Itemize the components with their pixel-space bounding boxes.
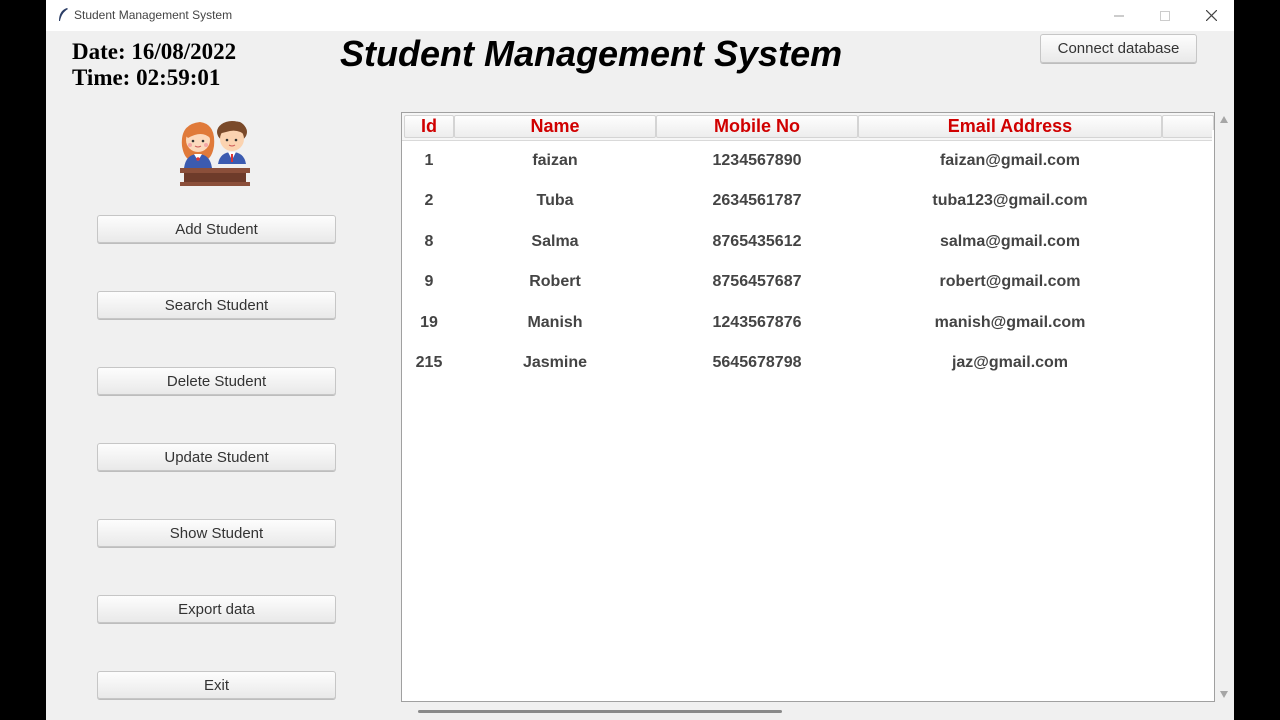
table-row[interactable]: 9 Robert 8756457687 robert@gmail.com: [402, 262, 1214, 302]
time-label: Time: 02:59:01: [72, 65, 221, 90]
export-data-button[interactable]: Export data: [97, 595, 336, 623]
table-header: Id Name Mobile No Email Address: [402, 113, 1214, 141]
cell-mobile: 5645678798: [712, 354, 802, 371]
column-header-email[interactable]: Email Address: [858, 115, 1162, 138]
scroll-up-icon[interactable]: [1220, 116, 1228, 123]
vertical-scrollbar[interactable]: [1216, 112, 1234, 702]
maximize-icon: [1160, 10, 1170, 21]
table-row[interactable]: 8 Salma 8765435612 salma@gmail.com: [402, 222, 1214, 262]
table-row[interactable]: 19 Manish 1243567876 manish@gmail.com: [402, 303, 1214, 343]
search-student-button[interactable]: Search Student: [97, 291, 336, 319]
cell-id: 19: [420, 314, 438, 331]
app-window: Student Management System Date: 16/08/20…: [46, 0, 1234, 720]
page-title: Student Management System: [340, 33, 843, 74]
scroll-down-icon[interactable]: [1220, 691, 1228, 698]
table-row[interactable]: 1 faizan 1234567890 faizan@gmail.com: [402, 141, 1214, 181]
exit-button[interactable]: Exit: [97, 671, 336, 699]
show-student-button[interactable]: Show Student: [97, 519, 336, 547]
cell-id: 215: [415, 354, 443, 371]
cell-id: 9: [424, 273, 434, 290]
column-header-id[interactable]: Id: [404, 115, 454, 138]
cell-mobile: 1234567890: [712, 152, 802, 169]
cell-id: 8: [424, 233, 434, 250]
update-student-button[interactable]: Update Student: [97, 443, 336, 471]
column-header-name[interactable]: Name: [454, 115, 656, 138]
cell-mobile: 8756457687: [712, 273, 802, 290]
cell-name: Tuba: [536, 192, 574, 209]
title-bar: Student Management System: [46, 0, 1234, 31]
cell-email: robert@gmail.com: [939, 273, 1081, 290]
minimize-icon: [1114, 15, 1124, 16]
cell-name: Manish: [527, 314, 583, 331]
connect-database-button[interactable]: Connect database: [1040, 34, 1197, 63]
window-title: Student Management System: [74, 8, 233, 22]
cell-id: 1: [424, 152, 434, 169]
cell-email: salma@gmail.com: [939, 233, 1081, 250]
column-header-extra: [1162, 115, 1214, 138]
table-row[interactable]: 215 Jasmine 5645678798 jaz@gmail.com: [402, 343, 1214, 383]
column-header-mobile[interactable]: Mobile No: [656, 115, 858, 138]
students-illustration-icon: [180, 121, 250, 186]
vertical-scroll-thumb[interactable]: [1212, 130, 1214, 385]
cell-mobile: 8765435612: [712, 233, 802, 250]
cell-name: faizan: [532, 152, 578, 169]
student-table[interactable]: Id Name Mobile No Email Address 1 faizan…: [401, 112, 1215, 702]
feather-icon: [59, 8, 68, 21]
minimize-button[interactable]: [1096, 0, 1142, 31]
cell-email: faizan@gmail.com: [939, 152, 1081, 169]
cell-name: Salma: [531, 233, 579, 250]
cell-id: 2: [424, 192, 434, 209]
cell-mobile: 1243567876: [712, 314, 802, 331]
cell-email: jaz@gmail.com: [951, 354, 1069, 371]
maximize-button[interactable]: [1142, 0, 1188, 31]
delete-student-button[interactable]: Delete Student: [97, 367, 336, 395]
cell-email: tuba123@gmail.com: [932, 192, 1088, 209]
cell-email: manish@gmail.com: [934, 314, 1086, 331]
close-icon: [1205, 10, 1217, 21]
cell-mobile: 2634561787: [712, 192, 802, 209]
date-label: Date: 16/08/2022: [72, 39, 237, 64]
table-row[interactable]: 2 Tuba 2634561787 tuba123@gmail.com: [402, 181, 1214, 221]
horizontal-scroll-thumb[interactable]: [418, 710, 782, 713]
add-student-button[interactable]: Add Student: [97, 215, 336, 243]
close-button[interactable]: [1188, 0, 1234, 31]
cell-name: Robert: [529, 273, 581, 290]
cell-name: Jasmine: [522, 354, 588, 371]
